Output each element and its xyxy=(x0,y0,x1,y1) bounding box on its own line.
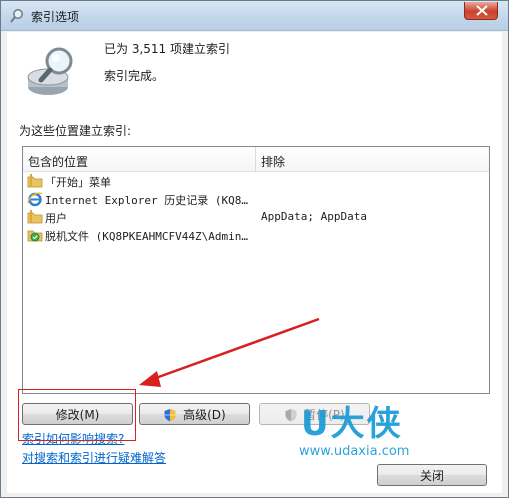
indexing-status-icon xyxy=(27,47,73,95)
window-title: 索引选项 xyxy=(31,10,80,24)
window-close-button[interactable] xyxy=(464,2,498,20)
uac-shield-icon xyxy=(164,408,176,421)
list-item[interactable]: Internet Explorer 历史记录 (KQ8… xyxy=(23,191,489,208)
watermark-logo: U大侠 xyxy=(301,404,403,444)
folder-icon xyxy=(27,210,43,224)
list-item[interactable]: 「开始」菜单 xyxy=(23,173,489,190)
folder-icon xyxy=(27,174,43,188)
column-header-excluded[interactable]: 排除 xyxy=(261,153,285,170)
section-label: 为这些位置建立索引: xyxy=(19,124,132,138)
title-bar[interactable]: 索引选项 xyxy=(1,1,508,31)
list-header: 包含的位置 排除 xyxy=(23,147,489,172)
indexing-state-text: 索引完成。 xyxy=(104,69,165,83)
annotation-highlight-box xyxy=(18,389,136,441)
watermark-url: www.udaxia.com xyxy=(299,444,410,459)
ie-icon xyxy=(27,192,43,207)
advanced-button[interactable]: 高级(D) xyxy=(139,403,250,425)
location-name: 脱机文件 (KQ8PKEAHMCFV44Z\Admin… xyxy=(45,230,248,243)
close-button[interactable]: 关闭 xyxy=(377,464,487,486)
indexed-locations-list[interactable]: 包含的位置 排除 「开始」菜单 Internet Explorer 历史记录 (… xyxy=(22,146,490,394)
list-item[interactable]: 用户 AppData; AppData xyxy=(23,209,489,226)
location-name: Internet Explorer 历史记录 (KQ8… xyxy=(45,194,248,207)
indexed-count-text: 已为 3,511 项建立索引 xyxy=(104,42,230,56)
column-header-included[interactable]: 包含的位置 xyxy=(28,153,88,170)
column-divider[interactable] xyxy=(255,147,256,172)
advanced-button-label: 高级(D) xyxy=(183,407,226,422)
list-item[interactable]: 脱机文件 (KQ8PKEAHMCFV44Z\Admin… xyxy=(23,227,489,244)
excluded-value: AppData; AppData xyxy=(261,210,367,223)
close-button-label: 关闭 xyxy=(419,468,444,483)
watermark: U大侠 www.udaxia.com xyxy=(291,396,501,466)
location-name: 「开始」菜单 xyxy=(45,176,111,189)
troubleshoot-search-link[interactable]: 对搜索和索引进行疑难解答 xyxy=(22,449,166,466)
location-name: 用户 xyxy=(45,212,67,225)
indexing-options-window: 索引选项 已为 3,511 项建立索引 索引完成。 为这些位置建立索引: 包含的… xyxy=(0,0,509,498)
search-icon xyxy=(10,9,23,23)
close-icon xyxy=(476,5,488,16)
offline-files-icon xyxy=(27,230,43,242)
